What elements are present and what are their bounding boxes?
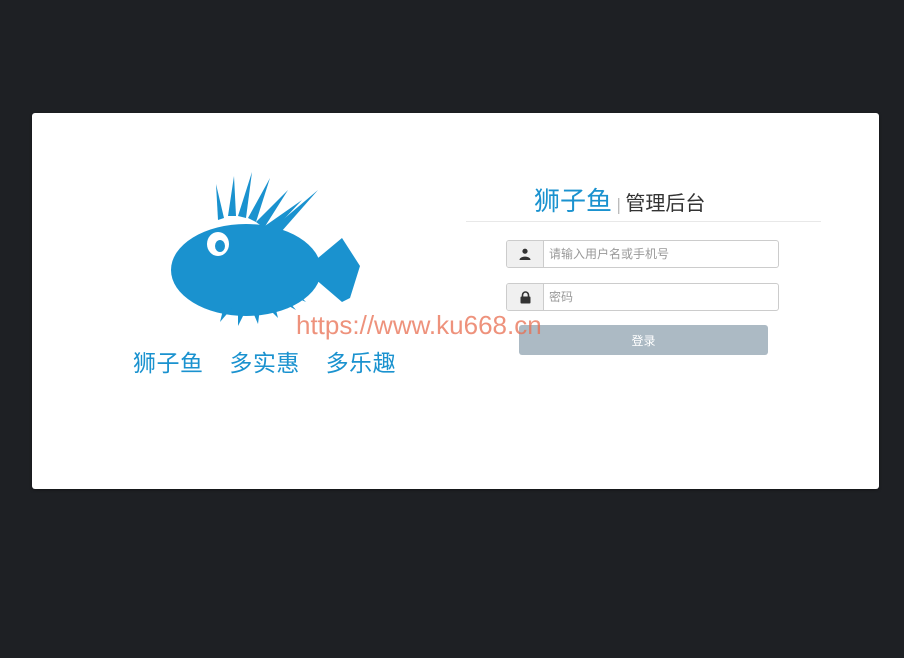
- lock-icon: [507, 284, 544, 310]
- user-icon: [507, 241, 544, 267]
- login-button[interactable]: 登录: [519, 325, 768, 355]
- password-field[interactable]: [506, 283, 779, 311]
- title-subtitle: 管理后台: [625, 191, 706, 215]
- title-separator: |: [616, 195, 622, 214]
- title-divider: [466, 221, 821, 222]
- password-input[interactable]: [544, 284, 778, 310]
- lionfish-logo: [138, 170, 362, 330]
- slogan-part: 多实惠: [229, 351, 300, 377]
- username-field[interactable]: [506, 240, 779, 268]
- slogan-part: 多乐趣: [325, 351, 397, 377]
- brand-slogan: 狮子鱼 多实惠 多乐趣: [133, 344, 396, 378]
- title-brand: 狮子鱼: [534, 187, 613, 217]
- username-input[interactable]: [544, 241, 778, 267]
- slogan-part: 狮子鱼: [133, 351, 204, 377]
- login-title: 狮子鱼 | 管理后台: [534, 181, 705, 218]
